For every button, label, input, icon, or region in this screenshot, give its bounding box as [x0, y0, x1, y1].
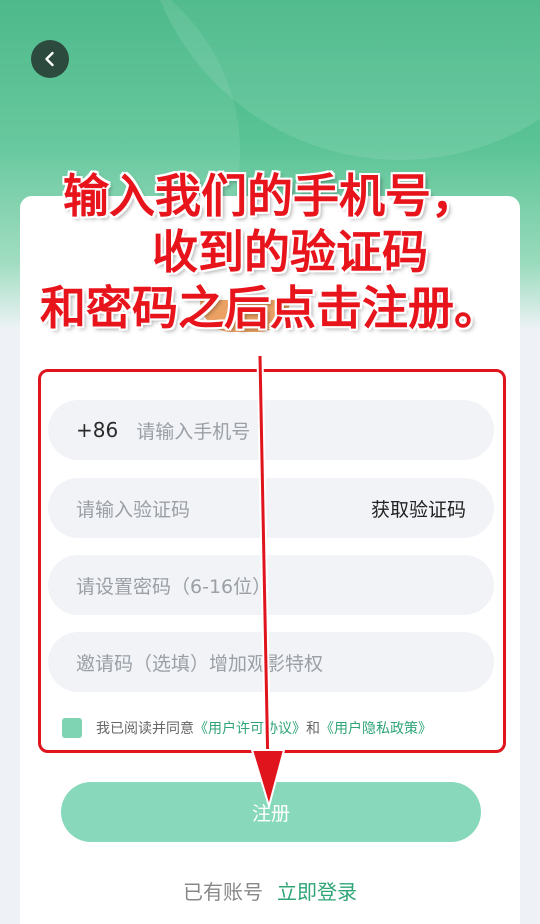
instruction-line-2: 收到的验证码	[152, 225, 428, 279]
instruction-line-1: 输入我们的手机号，	[63, 169, 477, 223]
arrow-down-icon	[250, 355, 286, 810]
instruction-line-3: 和密码之后点击注册。	[40, 281, 500, 335]
instruction-text: 输入我们的手机号， 收到的验证码 和密码之后点击注册。	[0, 168, 540, 336]
